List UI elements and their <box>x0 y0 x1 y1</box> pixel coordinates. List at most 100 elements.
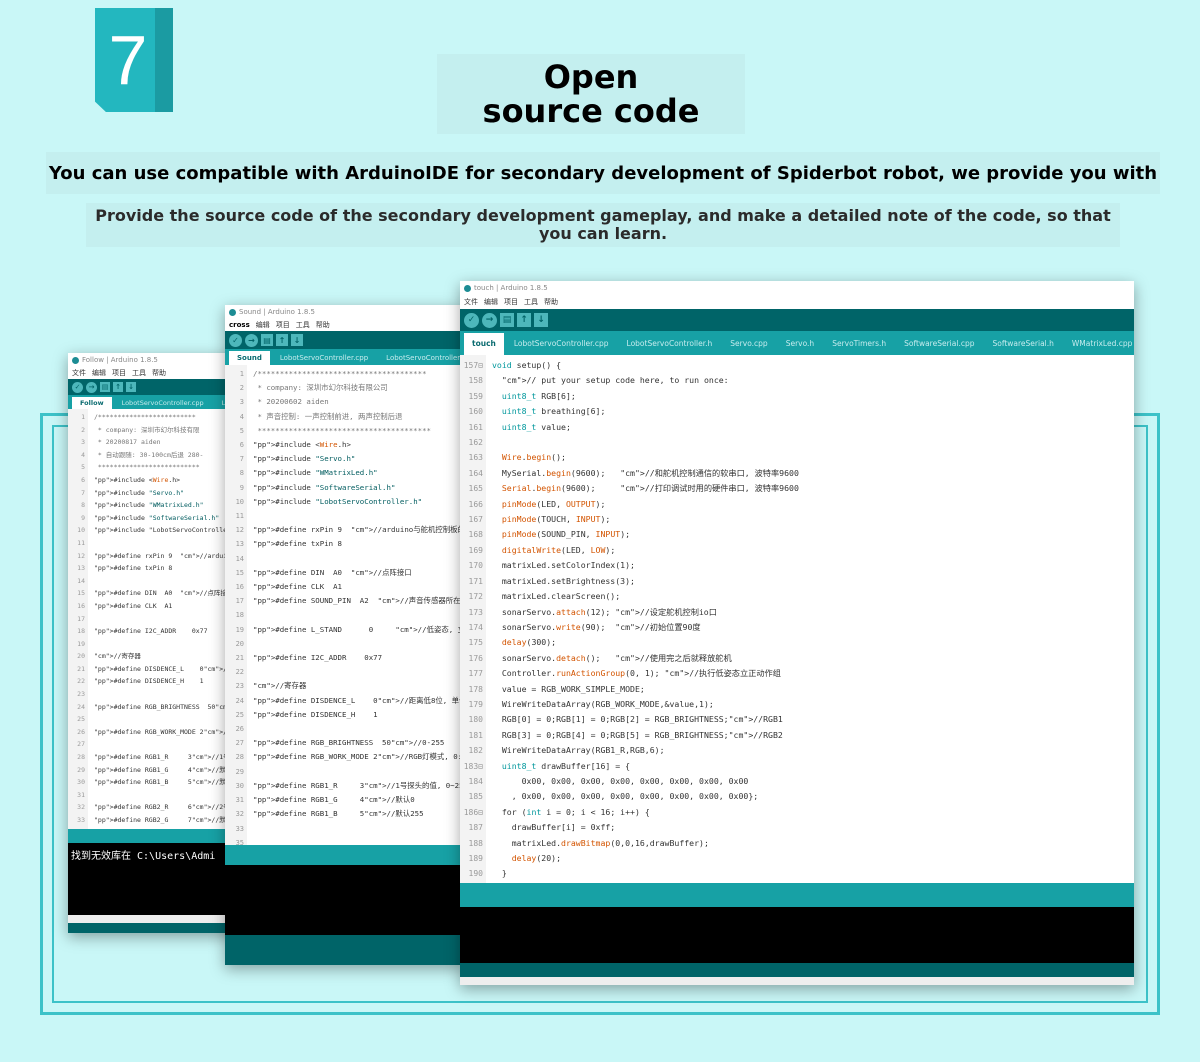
menu-item[interactable]: 工具 <box>296 320 310 330</box>
new-file-icon[interactable]: ▤ <box>500 313 514 327</box>
code-line[interactable]: "cm">//寄存器 <box>253 679 465 693</box>
menu-item[interactable]: 工具 <box>132 368 146 378</box>
editor-tab[interactable]: Servo.cpp <box>722 333 775 355</box>
code-line[interactable] <box>253 822 465 836</box>
code-line[interactable]: uint8_t drawBuffer[16] = { <box>492 759 1134 774</box>
verify-icon[interactable]: ✓ <box>464 312 479 328</box>
save-file-icon[interactable]: ↓ <box>534 313 548 327</box>
code-line[interactable]: * 自动跟随: 30-100cm后退 280- <box>94 449 238 462</box>
code-line[interactable]: "pp">#include "WMatrixLed.h" <box>94 499 238 512</box>
code-line[interactable]: "pp">#define DISDENCE_H 1 <box>253 708 465 722</box>
code-editor[interactable]: 1 2 3 4 5 6 7 8 9 10 11 12 13 14 15 16 17 18 19 20 21 22 23 24 2… <box>68 409 238 829</box>
new-file-icon[interactable]: ▤ <box>100 382 110 392</box>
code-line[interactable]: "pp">#define txPin 8 <box>94 562 238 575</box>
code-line[interactable]: RGB[0] = 0;RGB[1] = 0;RGB[2] = RGB_BRIGH… <box>492 712 1134 727</box>
code-line[interactable]: "pp">#define I2C_ADDR 0x77 <box>253 651 465 665</box>
code-line[interactable]: sonarServo.detach(); "cm">//使用完之后就释放舵机 <box>492 651 1134 666</box>
menu-item[interactable]: 工具 <box>524 297 538 307</box>
code-line[interactable]: "pp">#define RGB_BRIGHTNESS 50"cm">//0 <box>94 701 238 714</box>
code-line[interactable]: "pp">#define RGB_WORK_MODE 2"cm">//RGB灯模… <box>253 750 465 764</box>
code-line[interactable] <box>253 665 465 679</box>
editor-tab[interactable]: Follow <box>72 397 112 409</box>
code-line[interactable]: RGB[3] = 0;RGB[4] = 0;RGB[5] = RGB_BRIGH… <box>492 728 1134 743</box>
editor-tab[interactable]: LobotServoController.h <box>619 333 721 355</box>
horizontal-scrollbar[interactable] <box>68 915 238 923</box>
code-line[interactable]: digitalWrite(LED, LOW); <box>492 543 1134 558</box>
code-line[interactable]: "pp">#define RGB1_G 4"cm">//默认0 <box>94 764 238 777</box>
code-line[interactable]: "pp">#define SOUND_PIN A2 "cm">//声音传感器所在 <box>253 594 465 608</box>
editor-tab[interactable]: touch <box>464 333 504 355</box>
code-line[interactable]: "pp">#define RGB1_R 3"cm">//1号探头 <box>94 751 238 764</box>
code-text[interactable]: /************************************** … <box>247 365 465 845</box>
code-line[interactable] <box>253 608 465 622</box>
editor-tab[interactable]: LobotServoController.cpp <box>272 351 376 365</box>
code-line[interactable] <box>94 789 238 802</box>
code-line[interactable]: "cm">// put your setup code here, to run… <box>492 373 1134 388</box>
code-line[interactable] <box>94 638 238 651</box>
code-line[interactable]: sonarServo.attach(12); "cm">//设定舵机控制io口 <box>492 605 1134 620</box>
upload-icon[interactable]: → <box>482 312 497 328</box>
code-line[interactable]: drawBuffer[i] = 0xff; <box>492 820 1134 835</box>
code-line[interactable]: matrixLed.setBrightness(3); <box>492 574 1134 589</box>
code-line[interactable]: "pp">#define RGB1_B 5"cm">//默认255 <box>94 776 238 789</box>
code-line[interactable] <box>492 435 1134 450</box>
code-line[interactable]: "pp">#define RGB1_B 5"cm">//默认255 <box>253 807 465 821</box>
editor-tab[interactable]: LobotServoController.cpp <box>114 397 212 409</box>
menu-item[interactable]: 文件 <box>72 368 86 378</box>
code-line[interactable]: "pp">#define txPin 8 <box>253 537 465 551</box>
upload-icon[interactable]: → <box>245 333 258 347</box>
open-file-icon[interactable]: ↑ <box>113 382 123 392</box>
code-line[interactable]: * company: 深圳市幻尔科技有限 <box>94 424 238 437</box>
menu-item[interactable]: 帮助 <box>152 368 166 378</box>
code-line[interactable]: "pp">#define RGB_BRIGHTNESS 50"cm">//0-2… <box>253 736 465 750</box>
code-line[interactable]: pinMode(SOUND_PIN, INPUT); <box>492 527 1134 542</box>
code-line[interactable]: *************************************** <box>253 424 465 438</box>
new-file-icon[interactable]: ▤ <box>261 334 273 346</box>
code-line[interactable] <box>253 722 465 736</box>
code-line[interactable]: "pp">#include "LobotServoControlle <box>94 524 238 537</box>
code-line[interactable]: "pp">#define CLK A1 <box>94 600 238 613</box>
code-line[interactable]: Wire.begin(); <box>492 450 1134 465</box>
code-line[interactable] <box>253 765 465 779</box>
code-line[interactable]: /************************************** <box>253 367 465 381</box>
code-line[interactable]: "pp">#include "Servo.h" <box>253 452 465 466</box>
code-line[interactable]: "pp">#define rxPin 9 "cm">//arduino与舵 <box>94 550 238 563</box>
editor-tab[interactable]: ServoTimers.h <box>824 333 894 355</box>
editor-tab[interactable]: WMatrixLed.cpp <box>1064 333 1134 355</box>
code-line[interactable]: "pp">#define RGB_WORK_MODE 2"cm">//RGB <box>94 726 238 739</box>
editor-tab[interactable]: SoftwareSerial.cpp <box>896 333 982 355</box>
menu-item[interactable]: 项目 <box>112 368 126 378</box>
menu-item[interactable]: 帮助 <box>316 320 330 330</box>
code-line[interactable]: , 0x00, 0x00, 0x00, 0x00, 0x00, 0x00, 0x… <box>492 789 1134 804</box>
code-line[interactable] <box>94 575 238 588</box>
code-line[interactable]: "pp">#define DISDENCE_H 1 <box>94 675 238 688</box>
code-line[interactable]: "pp">#define CLK A1 <box>253 580 465 594</box>
code-line[interactable]: * 20200817 aiden <box>94 436 238 449</box>
code-line[interactable] <box>94 688 238 701</box>
code-line[interactable]: for (int i = 0; i < 16; i++) { <box>492 805 1134 820</box>
code-line[interactable]: ************************** <box>94 461 238 474</box>
code-line[interactable]: "pp">#define DIN A0 "cm">//点阵接口 <box>94 587 238 600</box>
code-line[interactable]: uint8_t RGB[6]; <box>492 389 1134 404</box>
code-line[interactable]: "pp">#define RGB1_G 4"cm">//默认0 <box>253 793 465 807</box>
code-line[interactable]: "pp">#define RGB2_R 6"cm">//2号探头 <box>94 801 238 814</box>
editor-tab[interactable]: LobotServoController.cpp <box>506 333 617 355</box>
menu-item[interactable]: 编辑 <box>256 320 270 330</box>
code-line[interactable]: Controller.runActionGroup(0, 1); "cm">//… <box>492 666 1134 681</box>
code-line[interactable]: "pp">#define DISDENCE_L 0"cm">//距离低8位, 单… <box>253 694 465 708</box>
menu-item[interactable]: 项目 <box>276 320 290 330</box>
code-editor[interactable]: 1 2 3 4 5 6 7 8 9 10 11 12 13 14 15 16 17 18 19 20 21 22 23 24 2… <box>225 365 465 845</box>
code-line[interactable]: "pp">#define I2C_ADDR 0x77 <box>94 625 238 638</box>
code-line[interactable]: "pp">#define RGB1_R 3"cm">//1号探头的值, 0~25… <box>253 779 465 793</box>
code-line[interactable]: WireWriteDataArray(RGB_WORK_MODE,&value,… <box>492 697 1134 712</box>
verify-icon[interactable]: ✓ <box>229 333 242 347</box>
menu-item-cross[interactable]: cross <box>229 321 250 329</box>
menu-item[interactable]: 编辑 <box>92 368 106 378</box>
code-line[interactable]: matrixLed.drawBitmap(0,0,16,drawBuffer); <box>492 836 1134 851</box>
code-line[interactable]: WireWriteDataArray(RGB1_R,RGB,6); <box>492 743 1134 758</box>
code-line[interactable]: sonarServo.write(90); "cm">//初始位置90度 <box>492 620 1134 635</box>
menu-item[interactable]: 项目 <box>504 297 518 307</box>
editor-tab[interactable]: SoftwareSerial.h <box>984 333 1061 355</box>
editor-tab[interactable]: LobotServoController <box>378 351 465 365</box>
open-file-icon[interactable]: ↑ <box>276 334 288 346</box>
